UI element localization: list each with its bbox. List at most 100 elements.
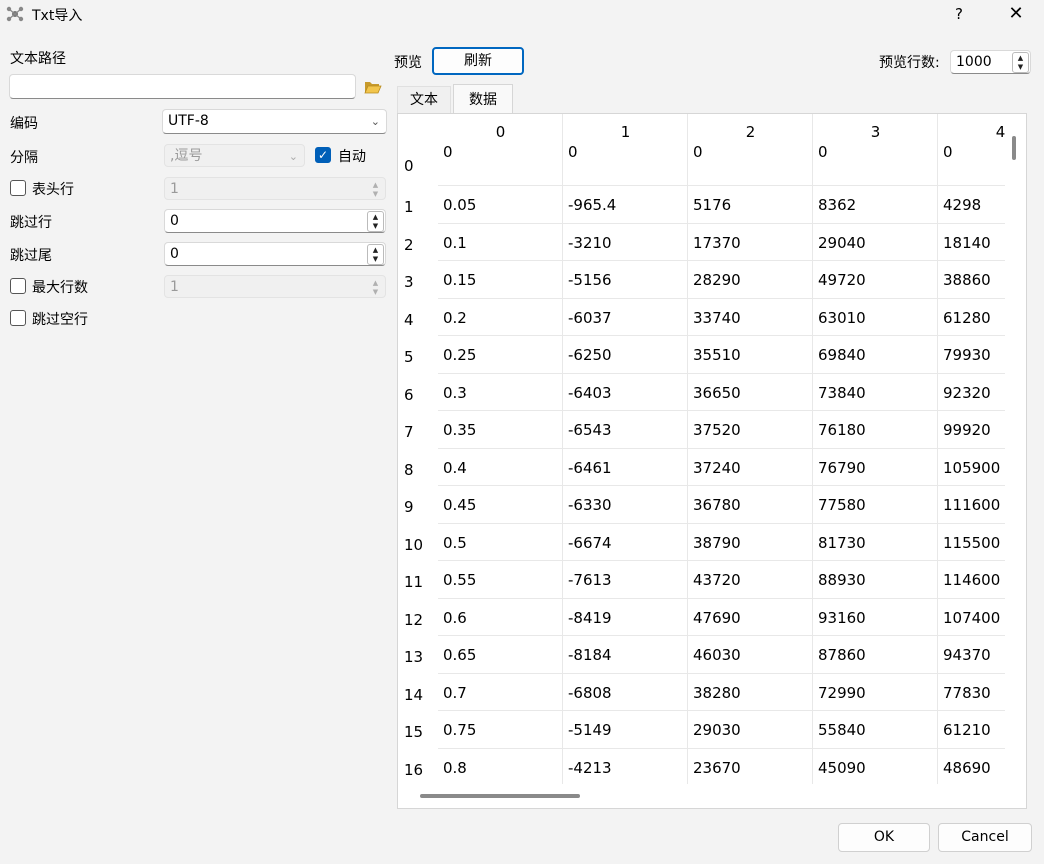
table-cell[interactable]: 0.5: [438, 523, 563, 561]
table-cell[interactable]: 93160: [813, 598, 938, 636]
table-cell[interactable]: -8419: [563, 598, 688, 636]
auto-checkbox[interactable]: ✓: [315, 147, 331, 163]
table-cell[interactable]: 55840: [813, 711, 938, 749]
table-cell[interactable]: 81730: [813, 523, 938, 561]
skip-blank-checkbox[interactable]: [10, 310, 26, 326]
table-cell[interactable]: 46030: [688, 636, 813, 674]
table-cell[interactable]: 0.25: [438, 336, 563, 374]
table-cell[interactable]: 37520: [688, 411, 813, 449]
table-cell[interactable]: -3210: [563, 223, 688, 261]
table-cell[interactable]: 0.55: [438, 561, 563, 599]
table-cell[interactable]: 18140: [938, 224, 1005, 261]
table-cell[interactable]: 48690: [938, 749, 1005, 785]
row-header[interactable]: 14: [398, 674, 438, 712]
data-table[interactable]: 0 0 0 0 0 0 1 0.05 -965.4 5176 8362 4298 2 0.1 -3210 17…: [397, 113, 1027, 809]
table-cell[interactable]: 111600: [938, 486, 1005, 524]
table-cell[interactable]: 5176: [688, 186, 813, 224]
row-header[interactable]: 3: [398, 261, 438, 299]
table-cell[interactable]: 105900: [938, 449, 1005, 486]
row-header[interactable]: 16: [398, 749, 438, 785]
table-cell[interactable]: 0.65: [438, 636, 563, 674]
skip-rows-spinbox[interactable]: 0 ▲ ▼: [164, 209, 386, 233]
preview-rows-spinbox[interactable]: 1000 ▲ ▼: [950, 50, 1031, 74]
row-header[interactable]: 4: [398, 299, 438, 337]
column-header[interactable]: 1: [563, 114, 688, 146]
table-cell[interactable]: 38790: [688, 523, 813, 561]
close-button[interactable]: ✕: [1000, 2, 1032, 26]
spin-arrows-icon[interactable]: ▲ ▼: [367, 211, 384, 232]
refresh-button[interactable]: 刷新: [432, 47, 524, 75]
table-cell[interactable]: -5156: [563, 261, 688, 299]
table-cell[interactable]: 88930: [813, 561, 938, 599]
open-folder-icon[interactable]: [364, 79, 382, 95]
table-cell[interactable]: -6250: [563, 336, 688, 374]
table-cell[interactable]: 69840: [813, 336, 938, 374]
row-header[interactable]: 8: [398, 449, 438, 487]
table-cell[interactable]: 0.7: [438, 673, 563, 711]
row-header[interactable]: 0: [398, 138, 438, 178]
table-cell[interactable]: 47690: [688, 598, 813, 636]
row-header[interactable]: 5: [398, 336, 438, 374]
table-cell[interactable]: 23670: [688, 748, 813, 784]
table-cell[interactable]: 49720: [813, 261, 938, 299]
table-cell[interactable]: -8184: [563, 636, 688, 674]
tab-text[interactable]: 文本: [397, 86, 451, 114]
path-input[interactable]: [9, 74, 356, 99]
column-header[interactable]: 2: [688, 114, 813, 146]
table-cell[interactable]: 77580: [813, 486, 938, 524]
table-cell[interactable]: 77830: [938, 674, 1005, 711]
row-header[interactable]: 9: [398, 486, 438, 524]
table-cell[interactable]: 87860: [813, 636, 938, 674]
table-cell[interactable]: 0.3: [438, 373, 563, 411]
table-cell[interactable]: 28290: [688, 261, 813, 299]
column-header[interactable]: 3: [813, 114, 938, 146]
table-cell[interactable]: 63010: [813, 298, 938, 336]
skip-tail-spinbox[interactable]: 0 ▲ ▼: [164, 242, 386, 266]
row-header[interactable]: 10: [398, 524, 438, 562]
header-row-checkbox[interactable]: [10, 180, 26, 196]
horizontal-scrollbar[interactable]: [420, 794, 580, 798]
row-header[interactable]: 13: [398, 636, 438, 674]
spin-arrows-icon[interactable]: ▲ ▼: [1012, 52, 1029, 73]
table-cell[interactable]: 29040: [813, 223, 938, 261]
row-header[interactable]: 2: [398, 224, 438, 262]
table-cell[interactable]: 4298: [938, 186, 1005, 224]
table-cell[interactable]: 43720: [688, 561, 813, 599]
table-cell[interactable]: -6461: [563, 448, 688, 486]
row-header[interactable]: 1: [398, 186, 438, 224]
table-cell[interactable]: 29030: [688, 711, 813, 749]
table-cell[interactable]: -7613: [563, 561, 688, 599]
table-cell[interactable]: 76790: [813, 448, 938, 486]
column-header[interactable]: 4: [938, 114, 1005, 146]
table-cell[interactable]: -6808: [563, 673, 688, 711]
table-cell[interactable]: 0.35: [438, 411, 563, 449]
table-cell[interactable]: 99920: [938, 411, 1005, 449]
table-cell[interactable]: 0.75: [438, 711, 563, 749]
table-cell[interactable]: 61280: [938, 299, 1005, 336]
help-button[interactable]: ?: [946, 2, 972, 26]
table-cell[interactable]: 0.6: [438, 598, 563, 636]
table-cell[interactable]: 35510: [688, 336, 813, 374]
table-cell[interactable]: 36780: [688, 486, 813, 524]
table-cell[interactable]: 92320: [938, 374, 1005, 411]
row-header[interactable]: 11: [398, 561, 438, 599]
table-cell[interactable]: -5149: [563, 711, 688, 749]
table-cell[interactable]: -6674: [563, 523, 688, 561]
encoding-combobox[interactable]: UTF-8 ⌄: [162, 109, 387, 134]
vertical-scrollbar[interactable]: [1012, 136, 1016, 160]
table-cell[interactable]: 37240: [688, 448, 813, 486]
table-cell[interactable]: 79930: [938, 336, 1005, 374]
table-cell[interactable]: 0.8: [438, 748, 563, 784]
table-cell[interactable]: -6543: [563, 411, 688, 449]
table-cell[interactable]: 0.4: [438, 448, 563, 486]
row-header[interactable]: 6: [398, 374, 438, 412]
row-header[interactable]: 7: [398, 411, 438, 449]
table-cell[interactable]: -965.4: [563, 186, 688, 224]
table-cell[interactable]: 94370: [938, 636, 1005, 674]
table-cell[interactable]: 107400: [938, 599, 1005, 636]
table-cell[interactable]: 38860: [938, 261, 1005, 299]
row-header[interactable]: 15: [398, 711, 438, 749]
table-cell[interactable]: 0.05: [438, 186, 563, 224]
cancel-button[interactable]: Cancel: [938, 823, 1032, 852]
table-cell[interactable]: 0.45: [438, 486, 563, 524]
